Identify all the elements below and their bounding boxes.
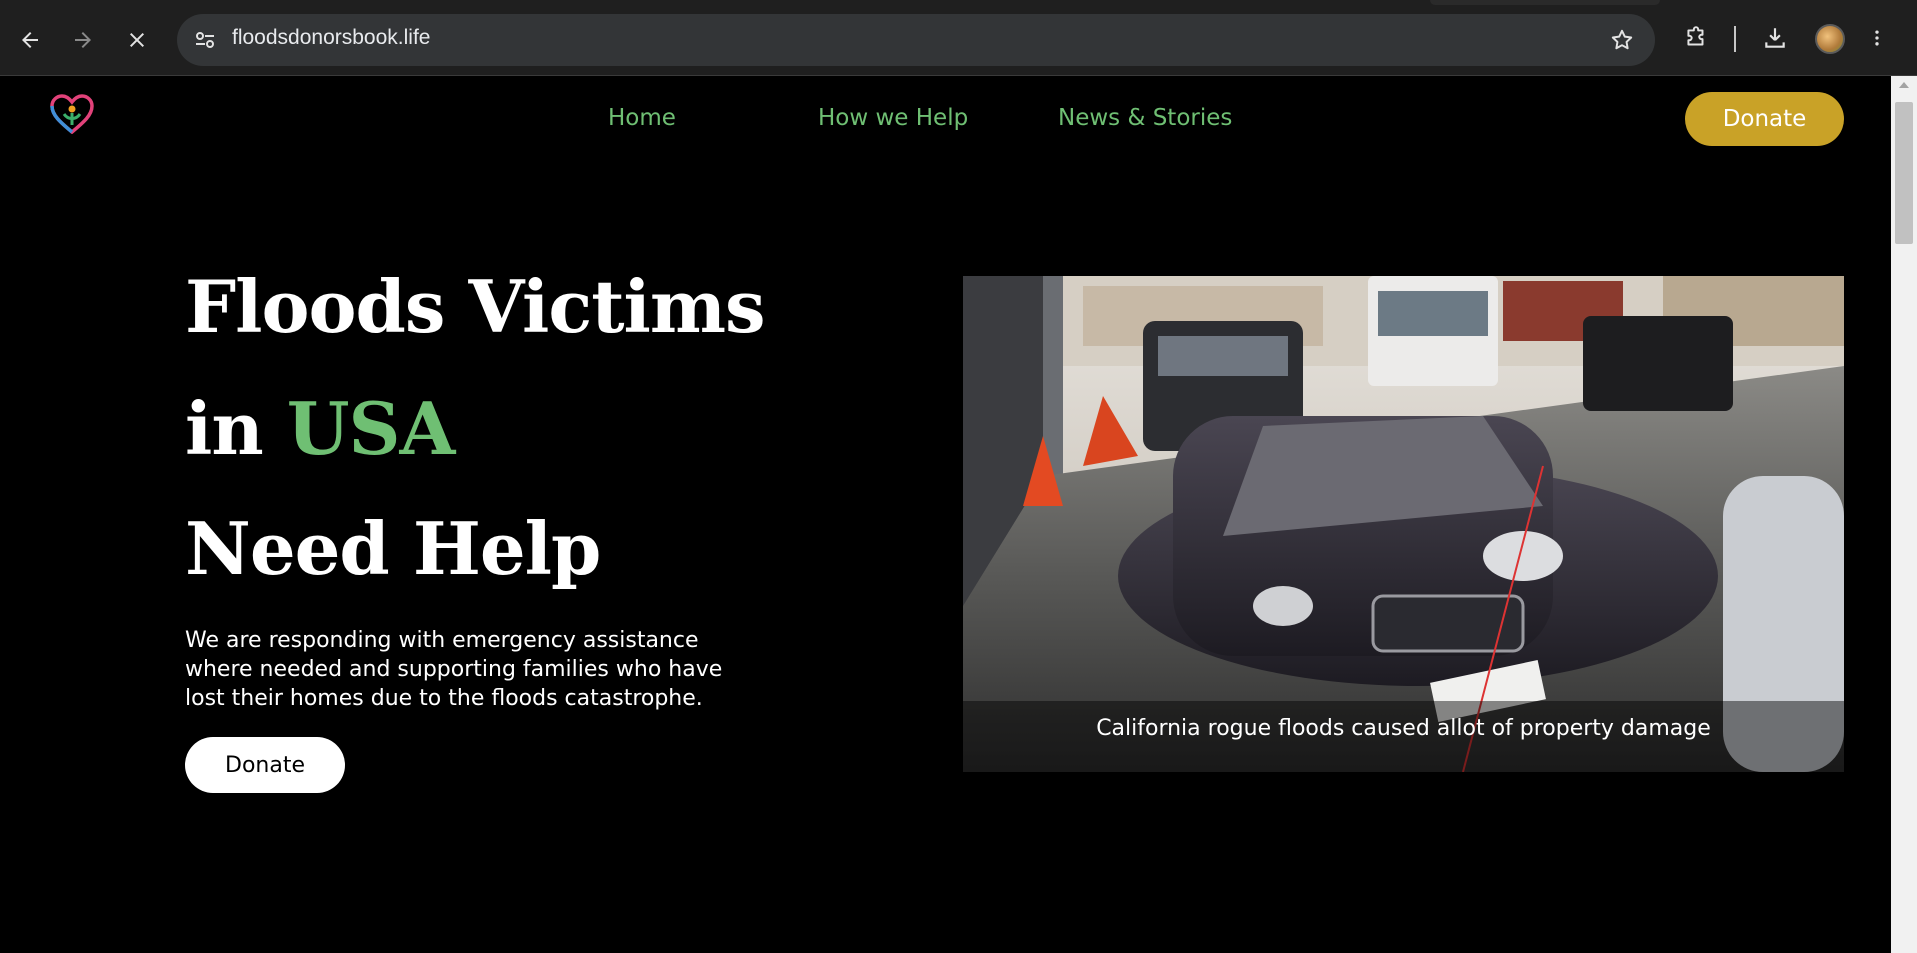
page-scrollbar[interactable] <box>1891 76 1917 953</box>
profile-avatar[interactable] <box>1815 24 1845 54</box>
arrow-right-icon <box>75 32 91 48</box>
url-text[interactable]: floodsdonorsbook.life <box>232 26 430 50</box>
hero-title-country: USA <box>286 386 456 471</box>
site-settings-icon[interactable] <box>193 28 217 52</box>
address-bar[interactable]: floodsdonorsbook.life <box>177 14 1655 66</box>
more-vertical-icon <box>1875 30 1879 46</box>
hero-donate-button[interactable]: Donate <box>185 737 345 793</box>
browser-toolbar: floodsdonorsbook.life <box>0 0 1917 76</box>
browser-menu-button[interactable] <box>1867 20 1887 56</box>
back-button[interactable] <box>10 20 50 60</box>
header-donate-button[interactable]: Donate <box>1685 92 1844 146</box>
puzzle-icon <box>1687 26 1704 46</box>
nav-how-we-help-link[interactable]: How we Help <box>818 105 968 131</box>
hero-title-line-1: Floods Victims <box>185 264 766 349</box>
hero-title-line-3: Need Help <box>185 506 601 591</box>
scrollbar-thumb[interactable] <box>1895 102 1913 244</box>
hero-title-line-2: in USA <box>185 386 456 471</box>
flooded-street-image <box>963 276 1844 772</box>
extensions-button[interactable] <box>1678 20 1714 56</box>
forward-button[interactable] <box>63 20 103 60</box>
close-icon <box>130 33 144 47</box>
active-tab-edge[interactable] <box>1430 0 1660 5</box>
arrow-left-icon <box>22 32 38 48</box>
toolbar-divider <box>1734 26 1736 52</box>
star-icon[interactable] <box>1609 27 1635 53</box>
nav-news-stories-link[interactable]: News & Stories <box>1058 105 1232 131</box>
flood-photo: California rogue floods caused allot of … <box>963 276 1844 772</box>
heart-logo-icon[interactable] <box>50 94 94 134</box>
image-caption: California rogue floods caused allot of … <box>1096 716 1711 741</box>
web-page: Home How we Help News & Stories Donate F… <box>0 76 1891 953</box>
hero-description: We are responding with emergency assista… <box>185 628 723 711</box>
downloads-button[interactable] <box>1757 20 1793 56</box>
nav-home-link[interactable]: Home <box>608 105 676 131</box>
scroll-up-arrow-icon[interactable] <box>1899 82 1909 88</box>
stop-loading-button[interactable] <box>117 20 157 60</box>
hero-title-prefix: in <box>185 386 287 471</box>
download-icon <box>1765 28 1785 48</box>
